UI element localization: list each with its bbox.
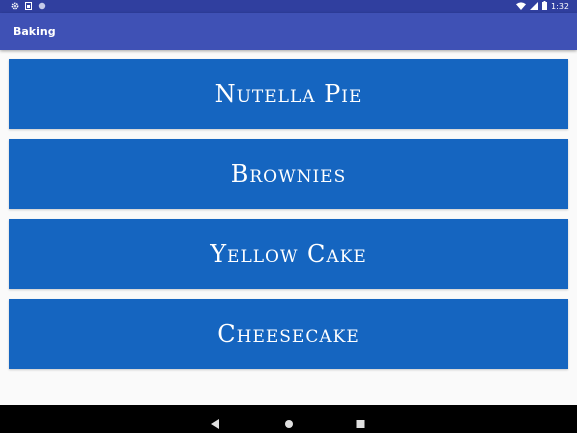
recipe-name: Cheesecake [217,320,360,348]
app-bar: Baking [0,13,577,50]
status-time: 1:32 [551,2,569,11]
recents-icon[interactable] [356,414,365,433]
battery-icon [542,1,548,12]
recipe-card-nutella-pie[interactable]: Nutella Pie [9,59,568,129]
sim-icon [25,2,32,12]
status-icons-left [11,2,46,12]
recipe-name: Brownies [230,160,347,188]
wifi-icon [516,1,527,12]
recipe-list: Nutella Pie Brownies Yellow Cake Cheesec… [9,59,568,379]
recipe-card-yellow-cake[interactable]: Yellow Cake [9,219,568,289]
recipe-card-brownies[interactable]: Brownies [9,139,568,209]
signal-icon [530,1,539,12]
status-icons-right: 1:32 [516,1,569,12]
navigation-bar [0,405,577,433]
status-bar: 1:32 [0,0,577,13]
app-title: Baking [13,25,56,38]
settings-icon [11,2,19,12]
recipe-card-cheesecake[interactable]: Cheesecake [9,299,568,369]
recipe-name: Yellow Cake [210,240,367,268]
home-icon[interactable] [284,414,294,433]
circle-icon [38,2,46,12]
recipe-name: Nutella Pie [214,80,363,108]
back-icon[interactable] [211,414,220,433]
